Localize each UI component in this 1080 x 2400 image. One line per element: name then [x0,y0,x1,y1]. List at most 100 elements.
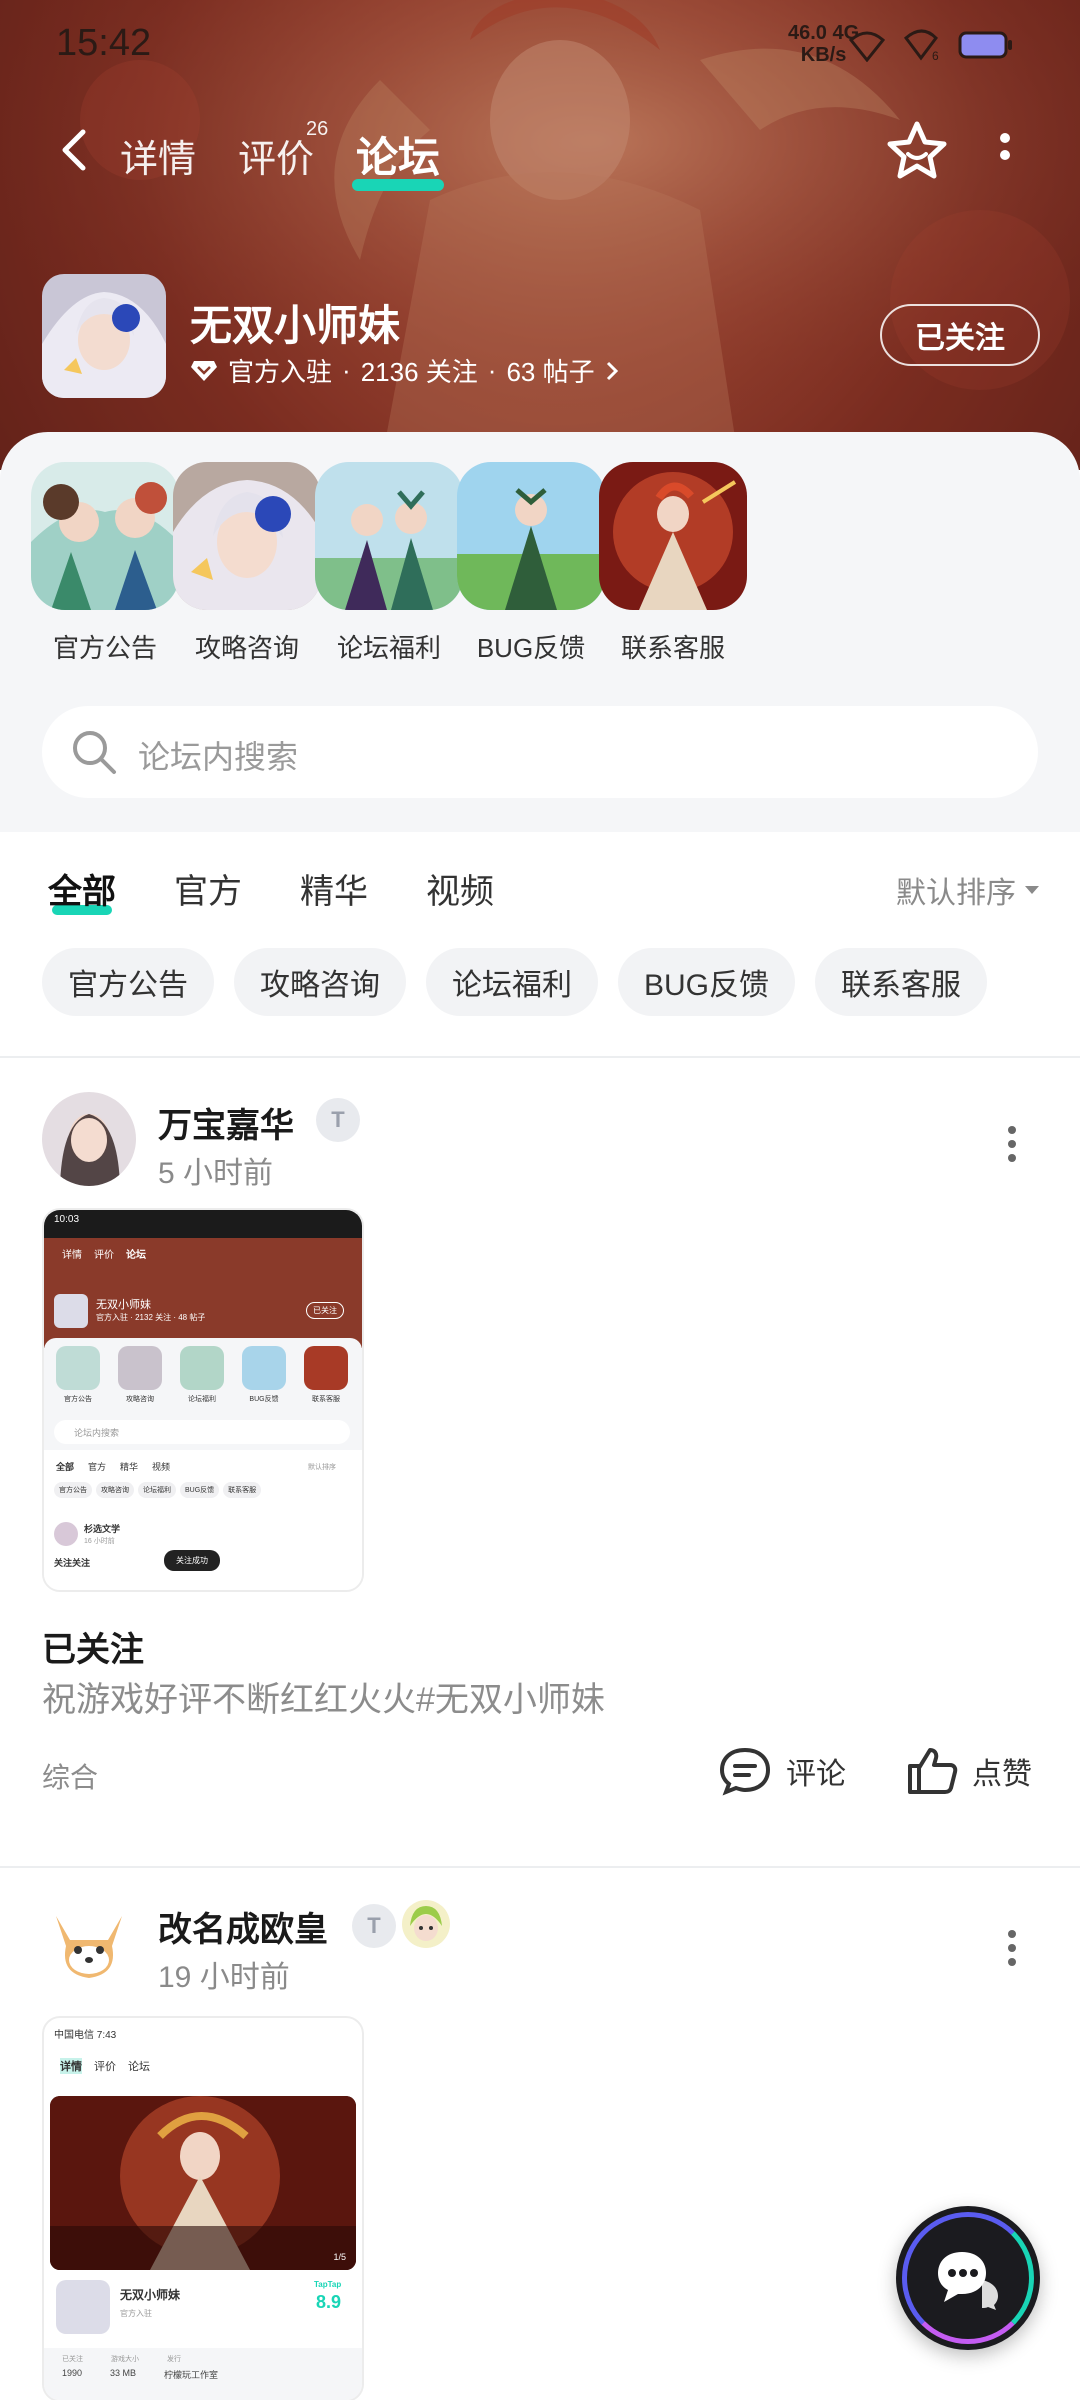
mini-stat-label: 已关注 [62,2356,83,2363]
mini-game-meta: 官方入驻 · 2132 关注 · 48 帖子 [96,1313,206,1322]
mini-text: 关注关注 [54,1558,91,1568]
mini-brand: TapTap [314,2280,342,2289]
support-art [599,462,747,610]
comment-button[interactable]: 评论 [718,1746,846,1796]
like-button[interactable]: 点赞 [906,1746,1032,1796]
mini-stat-label: 游戏大小 [111,2356,139,2363]
mini-tab: 评价 [94,2061,116,2073]
tab-forum-label: 论坛 [356,134,441,181]
mini-time: 16 小时前 [84,1538,115,1545]
announcement-art [31,462,179,610]
post-filters: 全部 官方 精华 视频 默认排序 官方公告 攻略咨询 论坛福利 BUG反馈 联系… [0,832,1080,1060]
mini-carrier: 中国电信 7:43 [54,2030,117,2041]
thumbs-up-icon [908,1748,958,1794]
bug-feedback-art [457,462,605,610]
signal-count: 6 [932,49,939,62]
filter-tab-official[interactable]: 官方 [174,864,242,913]
mini-tab: 评价 [94,1250,114,1261]
search-placeholder: 论坛内搜索 [138,739,299,775]
wifi-icon [848,31,886,62]
section-chips: 官方公告 攻略咨询 论坛福利 BUG反馈 联系客服 [42,948,988,1016]
mini-author: 杉选文学 [84,1524,121,1534]
signal-icon: 6 [903,29,939,62]
chip-guide[interactable]: 攻略咨询 [234,948,406,1016]
diamond-verified-icon [191,360,217,381]
chip-support[interactable]: 联系客服 [815,948,988,1016]
category-support[interactable]: 联系客服 [588,462,758,665]
chevron-right-icon [606,361,618,380]
post-author[interactable]: 万宝嘉华 [158,1098,294,1147]
back-button[interactable] [44,120,104,180]
comment-label: 评论 [786,1758,846,1791]
status-bar: 15:42 46.0 4G KB/s 6 [0,0,1080,90]
avatar[interactable] [42,1896,136,1990]
post-card[interactable]: 万宝嘉华 T 5 小时前 10:03 详情 评价 论坛 无双小师妹 官方入驻 ·… [0,1060,1080,1866]
post-count: 63 帖子 [506,357,595,387]
filter-tab-featured[interactable]: 精华 [300,864,368,913]
dot-separator: · [487,355,497,385]
screenshot-thumbnail: 中国电信 7:43 详情 评价 论坛 1/5 无双小师妹 官方入驻 TapTap… [44,2018,362,2400]
review-count: 26 [306,118,329,140]
mini-ftab: 全部 [56,1462,75,1472]
more-vertical-icon[interactable] [1000,1124,1024,1164]
mini-cat: 论坛福利 [188,1396,216,1403]
chat-bubble-icon [938,2252,998,2310]
post-image[interactable]: 中国电信 7:43 详情 评价 论坛 1/5 无双小师妹 官方入驻 TapTap… [42,2016,364,2400]
follow-button[interactable]: 已关注 [880,304,1040,366]
chip-announcement[interactable]: 官方公告 [42,948,214,1016]
star-icon [887,121,947,179]
post-tag[interactable]: 综合 [42,1756,98,1796]
battery-icon [958,31,1012,59]
game-meta[interactable]: 官方入驻 · 2136 关注 · 63 帖子 [190,352,619,389]
mini-cat: 联系客服 [312,1396,340,1403]
mini-chip: 攻略咨询 [96,1482,134,1498]
filter-tab-video[interactable]: 视频 [426,864,494,913]
mini-stat-value: 柠檬玩工作室 [164,2370,219,2380]
mini-chip: 官方公告 [54,1482,92,1498]
user-level-badge: T [352,1904,396,1948]
game-name: 无双小师妹 [190,302,401,349]
chip-bug-feedback[interactable]: BUG反馈 [618,948,796,1016]
mini-tab: 详情 [62,1250,82,1261]
post-author[interactable]: 改名成欧皇 [158,1902,328,1951]
mini-game-name: 无双小师妹 [96,1299,151,1311]
mini-score: 8.9 [316,2292,342,2312]
chevron-left-icon [62,129,86,171]
mini-ftab: 官方 [88,1462,107,1472]
post-image[interactable]: 10:03 详情 评价 论坛 无双小师妹 官方入驻 · 2132 关注 · 48… [42,1208,364,1592]
compose-post-button[interactable] [896,2206,1040,2350]
mini-chip: 联系客服 [223,1482,262,1498]
more-vertical-icon [1000,133,1010,160]
welfare-art [315,462,463,610]
divider [0,1056,1080,1058]
favorite-button[interactable] [884,118,950,184]
mini-toast: 关注成功 [164,1550,220,1571]
tab-forum[interactable]: 论坛 [352,124,445,191]
forum-search-bar[interactable]: 论坛内搜索 [42,706,1038,798]
sort-dropdown[interactable]: 默认排序 [896,868,1040,912]
filter-tab-all[interactable]: 全部 [48,864,116,915]
status-time: 15:42 [56,22,152,64]
more-options-button[interactable] [990,130,1020,180]
user-level-badge: T [316,1098,360,1142]
mini-cat: 官方公告 [64,1396,92,1403]
tab-detail[interactable]: 详情 [120,128,196,183]
post-time: 5 小时前 [158,1157,274,1190]
post-body: 祝游戏好评不断红红火火#无双小师妹 [42,1681,605,1719]
guide-art [173,462,321,610]
mini-official: 官方入驻 [120,2309,152,2318]
avatar[interactable] [42,1092,136,1186]
game-avatar[interactable] [42,274,166,398]
comment-icon [719,1747,771,1796]
mini-sort: 默认排序 [308,1464,336,1471]
mini-cat: 攻略咨询 [126,1396,154,1403]
filter-tab-label: 全部 [48,873,116,911]
tab-review[interactable]: 评价 26 [238,118,328,183]
more-vertical-icon[interactable] [1000,1928,1024,1968]
follower-count: 2136 关注 [360,357,478,387]
official-badge: 官方入驻 [228,357,333,387]
post-time: 19 小时前 [158,1961,290,1994]
chip-welfare[interactable]: 论坛福利 [426,948,598,1016]
mini-ftab: 精华 [120,1462,139,1472]
mini-game-name: 无双小师妹 [120,2288,181,2302]
